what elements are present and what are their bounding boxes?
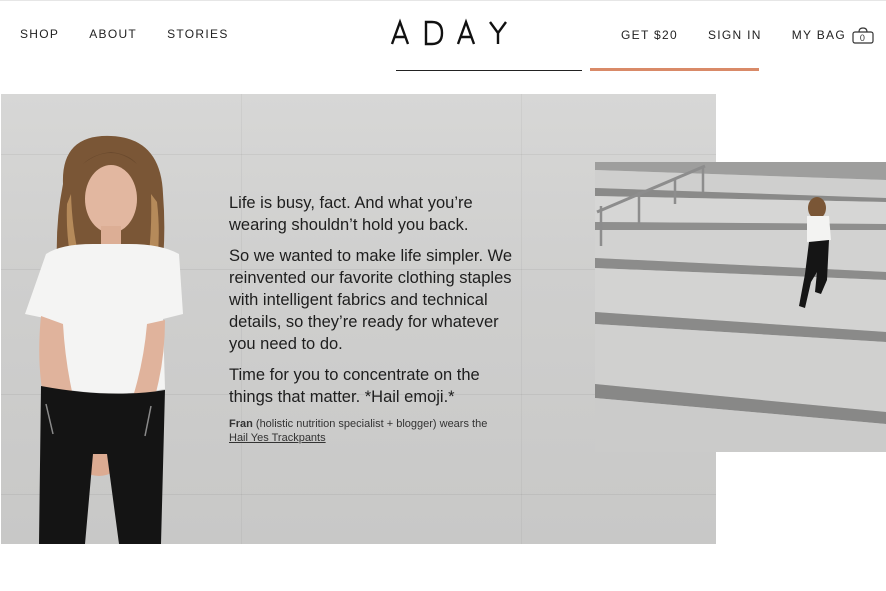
logo-wordmark <box>390 18 507 46</box>
photo-credit: Fran (holistic nutrition specialist + bl… <box>229 417 519 445</box>
header-accent-bar <box>590 68 759 71</box>
credit-name: Fran <box>229 418 253 430</box>
bag-icon: 0 <box>852 27 874 44</box>
model-photo <box>1 94 221 544</box>
top-border <box>0 0 886 1</box>
get-offer-link[interactable]: GET $20 <box>621 28 678 42</box>
credit-text: (holistic nutrition specialist + blogger… <box>252 418 488 430</box>
hero-copy: Life is busy, fact. And what you’re wear… <box>229 192 519 445</box>
my-bag-label: MY BAG <box>791 28 846 42</box>
hero-paragraph-3: Time for you to concentrate on the thing… <box>229 366 480 406</box>
account-nav: GET $20 SIGN IN MY BAG 0 <box>621 27 874 44</box>
nav-about[interactable]: ABOUT <box>89 27 137 41</box>
hero-paragraph-1: Life is busy, fact. And what you’re wear… <box>229 194 473 234</box>
hero-paragraph-2: So we wanted to make life simpler. We re… <box>229 247 513 353</box>
header-divider <box>396 70 582 71</box>
product-link[interactable]: Hail Yes Trackpants <box>229 432 326 444</box>
nav-stories[interactable]: STORIES <box>167 27 229 41</box>
primary-nav: SHOP ABOUT STORIES <box>20 27 229 41</box>
my-bag-button[interactable]: MY BAG 0 <box>791 27 874 44</box>
bag-count: 0 <box>860 33 866 43</box>
sign-in-link[interactable]: SIGN IN <box>708 28 762 42</box>
stairs-photo <box>595 162 886 452</box>
brand-logo[interactable] <box>390 18 510 55</box>
nav-shop[interactable]: SHOP <box>20 27 59 41</box>
